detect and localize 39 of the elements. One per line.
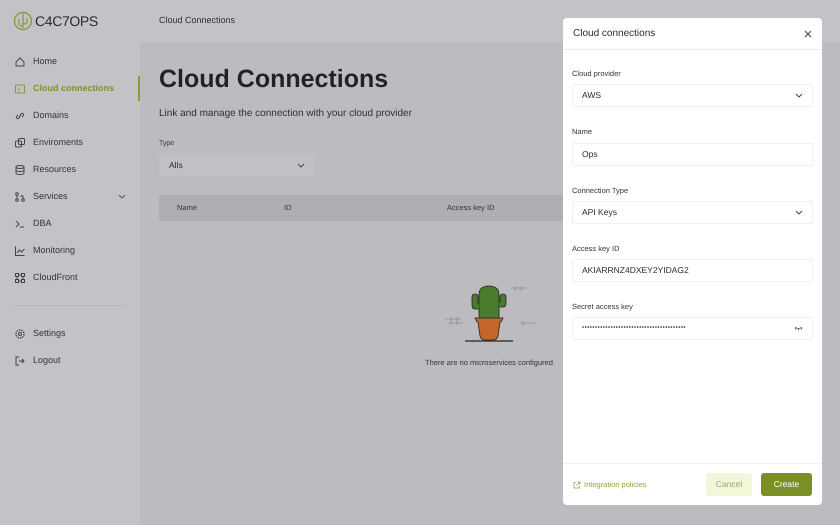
settings-icon [14,328,26,340]
input-field[interactable]: Ops [572,142,813,166]
sidebar-item[interactable]: Monitoring [0,237,140,264]
chevron-down-icon [118,194,126,199]
logout-icon [14,354,26,366]
chevron-down-icon [795,210,803,215]
stacked-squares-icon [14,136,26,148]
sidebar-item[interactable]: CloudFront [0,264,140,291]
branch-icon [14,190,26,202]
sidebar-item[interactable]: Settings [0,320,140,347]
logo-icon [13,10,33,32]
page-subtitle: Link and manage the connection with your cloud provider [159,107,413,121]
chevron-down-icon [297,163,305,168]
input-field[interactable]: AKIARRNZ4DXEY2YIDAG2 [572,259,813,282]
terminal-window-icon [14,82,26,94]
database-icon [14,164,26,176]
sidebar-item[interactable]: Domains [0,102,140,129]
terminal-icon [14,218,26,230]
sidebar-item[interactable]: Enviroments [0,129,140,156]
external-link-icon [573,480,581,488]
sidebar-item[interactable]: Home [0,48,140,75]
logo-text: C4C7OPS [35,12,98,30]
close-icon[interactable] [803,29,812,38]
nodes-icon [14,272,26,284]
sidebar-item[interactable]: Logout [0,347,140,374]
select-field[interactable]: AWS [572,84,813,108]
home-icon [14,56,26,68]
sidebar-item[interactable]: Resources [0,156,140,183]
page-title: Cloud Connections [159,64,388,94]
line-chart-icon [14,244,26,256]
sidebar-item[interactable]: Services [0,183,140,210]
select-field[interactable]: API Keys [572,200,813,224]
chevron-down-icon [795,93,803,98]
dialog-title: Cloud connections [573,27,656,41]
breadcrumb[interactable]: Cloud Connections [159,14,236,28]
type-select[interactable]: Alls [159,154,315,176]
create-button[interactable]: Create [761,473,812,496]
sidebar-item[interactable]: DBA [0,210,140,237]
eye-closed-icon[interactable] [794,326,803,332]
